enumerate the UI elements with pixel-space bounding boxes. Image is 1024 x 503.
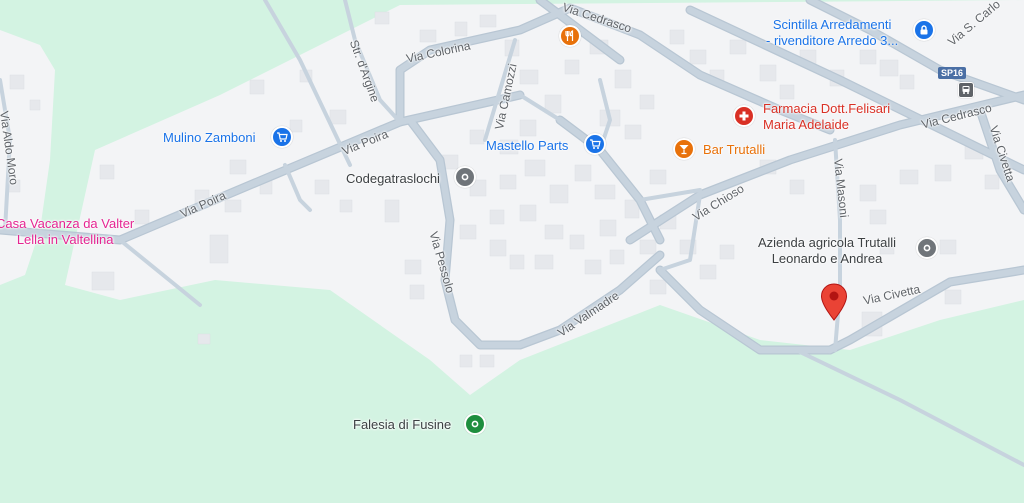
place-icon[interactable] [454, 166, 476, 188]
shopping-cart-icon[interactable] [584, 133, 606, 155]
lock-icon[interactable] [913, 19, 935, 41]
restaurant-icon[interactable] [559, 25, 581, 47]
poi-label: Azienda agricola Trutalli [758, 235, 897, 250]
poi-label: Farmacia Dott.Felisari [763, 101, 891, 116]
pharmacy-icon[interactable] [733, 105, 755, 127]
poi-label: Maria Adelaide [763, 117, 849, 132]
poi-casa-vacanza[interactable]: Casa Vacanza da Valter Lella in Valtelli… [0, 216, 134, 248]
park-icon[interactable] [464, 413, 486, 435]
poi-scintilla-arredamenti[interactable]: Scintilla Arredamenti - rivenditore Arre… [766, 17, 898, 49]
poi-falesia-di-fusine[interactable]: Falesia di Fusine [353, 417, 451, 433]
poi-mulino-zamboni[interactable]: Mulino Zamboni [163, 130, 256, 146]
location-marker-icon[interactable] [820, 283, 848, 321]
cocktail-bar-icon[interactable] [673, 138, 695, 160]
poi-azienda-agricola[interactable]: Azienda agricola Trutalli Leonardo e And… [758, 235, 896, 267]
poi-bar-trutalli[interactable]: Bar Trutalli [703, 142, 765, 158]
poi-label: Leonardo e Andrea [771, 251, 883, 266]
poi-codegatraslochi[interactable]: Codegatraslochi [346, 171, 440, 187]
poi-label: Casa Vacanza da Valter [0, 216, 135, 231]
poi-farmacia[interactable]: Farmacia Dott.Felisari Maria Adelaide [763, 101, 890, 133]
shopping-cart-icon[interactable] [271, 126, 293, 148]
place-icon[interactable] [916, 237, 938, 259]
poi-label: Lella in Valtellina [16, 232, 114, 247]
poi-label: Scintilla Arredamenti [772, 17, 892, 32]
map-canvas[interactable]: Via Cedrasco Via S. Carlo Via Colorina S… [0, 0, 1024, 503]
sp16-route-shield: SP16 [938, 67, 967, 79]
poi-mastello-parts[interactable]: Mastello Parts [486, 138, 568, 154]
bus-stop-icon[interactable] [958, 82, 974, 98]
poi-label: - rivenditore Arredo 3... [766, 33, 899, 48]
